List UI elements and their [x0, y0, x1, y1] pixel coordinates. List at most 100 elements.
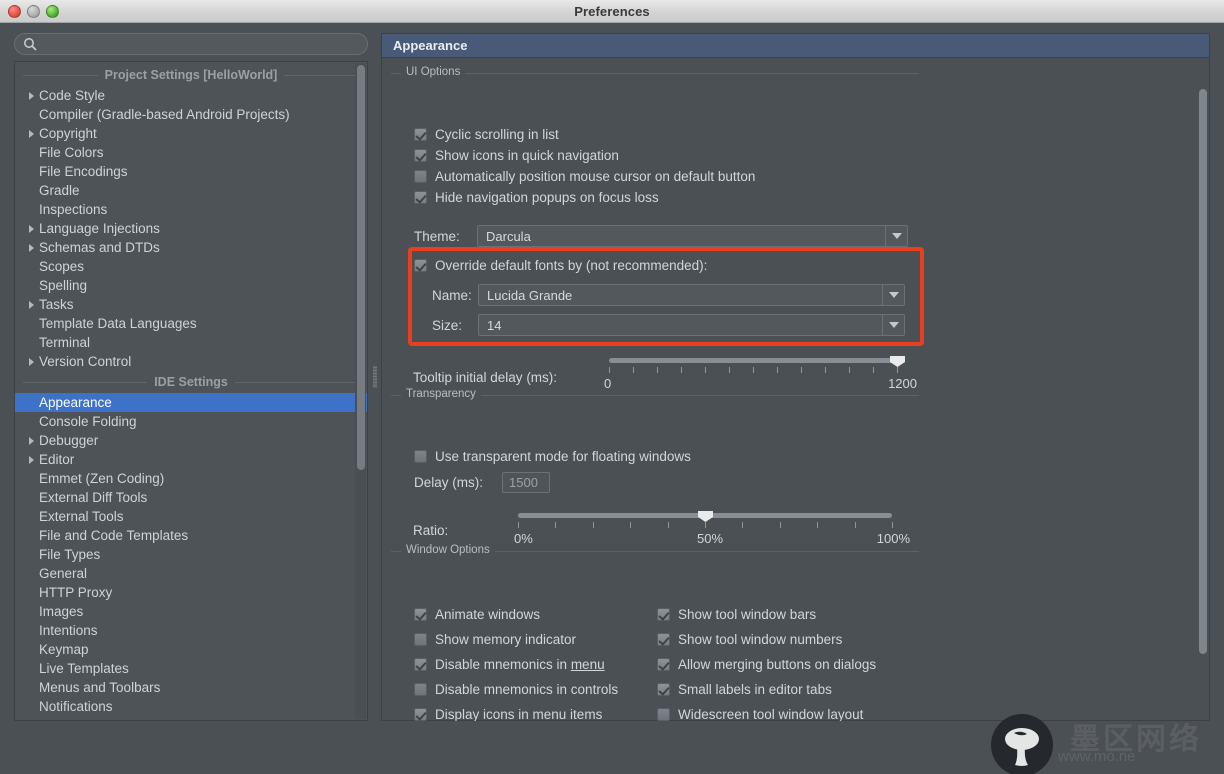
checkbox-box-icon[interactable]: [414, 683, 427, 696]
sidebar-item-spelling[interactable]: Spelling: [15, 276, 367, 295]
chevron-down-icon[interactable]: [885, 226, 907, 246]
panel-scrollbar[interactable]: [1196, 59, 1208, 719]
expand-arrow-icon[interactable]: [25, 358, 37, 366]
sidebar-item-emmet-zen-coding[interactable]: Emmet (Zen Coding): [15, 469, 367, 488]
expand-arrow-icon[interactable]: [25, 456, 37, 464]
checkbox-box-icon[interactable]: [414, 608, 427, 621]
slider-thumb[interactable]: [698, 511, 713, 522]
sidebar-item-menus-and-toolbars[interactable]: Menus and Toolbars: [15, 678, 367, 697]
checkbox-cyclic-scrolling[interactable]: Cyclic scrolling in list: [414, 124, 755, 145]
slider-thumb[interactable]: [890, 356, 905, 367]
sidebar-item-editor[interactable]: Editor: [15, 450, 367, 469]
checkbox-box-icon[interactable]: [414, 191, 427, 204]
sidebar-item-code-style[interactable]: Code Style: [15, 86, 367, 105]
checkbox-box-icon[interactable]: [414, 450, 427, 463]
settings-detail-panel: Appearance UI Options Cyclic scrolling i…: [381, 33, 1210, 721]
sidebar-item-live-templates[interactable]: Live Templates: [15, 659, 367, 678]
checkbox-box-icon[interactable]: [657, 683, 670, 696]
checkbox-box-icon[interactable]: [657, 708, 670, 721]
sidebar-item-gradle[interactable]: Gradle: [15, 181, 367, 200]
checkbox-allow-merging-buttons-on-dialogs[interactable]: Allow merging buttons on dialogs: [657, 652, 876, 677]
title-bar: Preferences: [0, 0, 1224, 23]
sidebar-item-passwords[interactable]: Passwords: [15, 716, 367, 720]
sidebar-item-schemas-and-dtds[interactable]: Schemas and DTDs: [15, 238, 367, 257]
checkbox-animate-windows[interactable]: Animate windows: [414, 602, 618, 627]
checkbox-auto-position-cursor[interactable]: Automatically position mouse cursor on d…: [414, 166, 755, 187]
sidebar-item-notifications[interactable]: Notifications: [15, 697, 367, 716]
sidebar-item-compiler-gradle-based-android-projects[interactable]: Compiler (Gradle-based Android Projects): [15, 105, 367, 124]
checkbox-box-icon[interactable]: [414, 170, 427, 183]
chevron-down-icon[interactable]: [882, 285, 904, 305]
zoom-button[interactable]: [46, 5, 59, 18]
sidebar-item-label: HTTP Proxy: [39, 585, 113, 600]
checkbox-disable-mnemonics-in-controls[interactable]: Disable mnemonics in controls: [414, 677, 618, 702]
slider-track[interactable]: [609, 358, 897, 363]
font-name-dropdown[interactable]: Lucida Grande: [478, 284, 905, 306]
checkbox-box-icon[interactable]: [414, 259, 427, 272]
checkbox-override-default-fonts[interactable]: Override default fonts by (not recommend…: [414, 255, 707, 276]
sidebar-item-terminal[interactable]: Terminal: [15, 333, 367, 352]
checkbox-hide-nav-popups[interactable]: Hide navigation popups on focus loss: [414, 187, 755, 208]
expand-arrow-icon[interactable]: [25, 301, 37, 309]
sidebar-item-intentions[interactable]: Intentions: [15, 621, 367, 640]
splitter-grip-icon[interactable]: [373, 366, 377, 388]
checkbox-show-icons-quick-nav[interactable]: Show icons in quick navigation: [414, 145, 755, 166]
checkbox-show-memory-indicator[interactable]: Show memory indicator: [414, 627, 618, 652]
checkbox-small-labels-in-editor-tabs[interactable]: Small labels in editor tabs: [657, 677, 876, 702]
transparency-delay-input[interactable]: 1500: [502, 472, 550, 493]
checkbox-disable-mnemonics-in-menu[interactable]: Disable mnemonics in menu: [414, 652, 618, 677]
sidebar-item-http-proxy[interactable]: HTTP Proxy: [15, 583, 367, 602]
chevron-down-icon[interactable]: [882, 315, 904, 335]
sidebar-item-template-data-languages[interactable]: Template Data Languages: [15, 314, 367, 333]
sidebar-item-external-diff-tools[interactable]: External Diff Tools: [15, 488, 367, 507]
checkbox-widescreen-tool-window-layout[interactable]: Widescreen tool window layout: [657, 702, 876, 721]
sidebar-item-keymap[interactable]: Keymap: [15, 640, 367, 659]
checkbox-label: Animate windows: [435, 607, 541, 622]
sidebar-item-general[interactable]: General: [15, 564, 367, 583]
panel-scrollbar-thumb[interactable]: [1199, 89, 1207, 654]
sidebar-item-images[interactable]: Images: [15, 602, 367, 621]
expand-arrow-icon[interactable]: [25, 437, 37, 445]
sidebar-item-appearance[interactable]: Appearance: [15, 393, 367, 412]
sidebar-item-debugger[interactable]: Debugger: [15, 431, 367, 450]
sidebar-item-copyright[interactable]: Copyright: [15, 124, 367, 143]
sidebar-item-language-injections[interactable]: Language Injections: [15, 219, 367, 238]
sidebar-item-file-encodings[interactable]: File Encodings: [15, 162, 367, 181]
checkbox-display-icons-in-menu-items[interactable]: Display icons in menu items: [414, 702, 618, 721]
checkbox-box-icon[interactable]: [657, 633, 670, 646]
checkbox-box-icon[interactable]: [414, 633, 427, 646]
sidebar-item-inspections[interactable]: Inspections: [15, 200, 367, 219]
checkbox-box-icon[interactable]: [414, 149, 427, 162]
panel-splitter[interactable]: [370, 61, 380, 721]
sidebar-item-tasks[interactable]: Tasks: [15, 295, 367, 314]
expand-arrow-icon[interactable]: [25, 130, 37, 138]
minimize-button[interactable]: [27, 5, 40, 18]
checkbox-box-icon[interactable]: [414, 658, 427, 671]
expand-arrow-icon[interactable]: [25, 225, 37, 233]
checkbox-show-tool-window-bars[interactable]: Show tool window bars: [657, 602, 876, 627]
sidebar-item-version-control[interactable]: Version Control: [15, 352, 367, 371]
font-size-dropdown[interactable]: 14: [478, 314, 905, 336]
slider-tick: [777, 367, 778, 373]
sidebar-item-external-tools[interactable]: External Tools: [15, 507, 367, 526]
theme-dropdown[interactable]: Darcula: [477, 225, 908, 247]
sidebar-scrollbar[interactable]: [355, 63, 366, 719]
checkbox-transparent-mode[interactable]: Use transparent mode for floating window…: [414, 446, 691, 467]
sidebar-item-file-and-code-templates[interactable]: File and Code Templates: [15, 526, 367, 545]
search-input[interactable]: [41, 37, 359, 51]
checkbox-box-icon[interactable]: [414, 128, 427, 141]
expand-arrow-icon[interactable]: [25, 244, 37, 252]
checkbox-box-icon[interactable]: [657, 658, 670, 671]
checkbox-box-icon[interactable]: [657, 608, 670, 621]
settings-search[interactable]: [14, 33, 368, 55]
sidebar-item-file-colors[interactable]: File Colors: [15, 143, 367, 162]
checkbox-box-icon[interactable]: [414, 708, 427, 721]
sidebar-item-scopes[interactable]: Scopes: [15, 257, 367, 276]
checkbox-show-tool-window-numbers[interactable]: Show tool window numbers: [657, 627, 876, 652]
expand-arrow-icon[interactable]: [25, 92, 37, 100]
sidebar-item-file-types[interactable]: File Types: [15, 545, 367, 564]
sidebar-scrollbar-thumb[interactable]: [357, 65, 365, 470]
sidebar-item-console-folding[interactable]: Console Folding: [15, 412, 367, 431]
close-button[interactable]: [8, 5, 21, 18]
settings-tree[interactable]: Project Settings [HelloWorld] Code Style C…: [14, 61, 368, 721]
